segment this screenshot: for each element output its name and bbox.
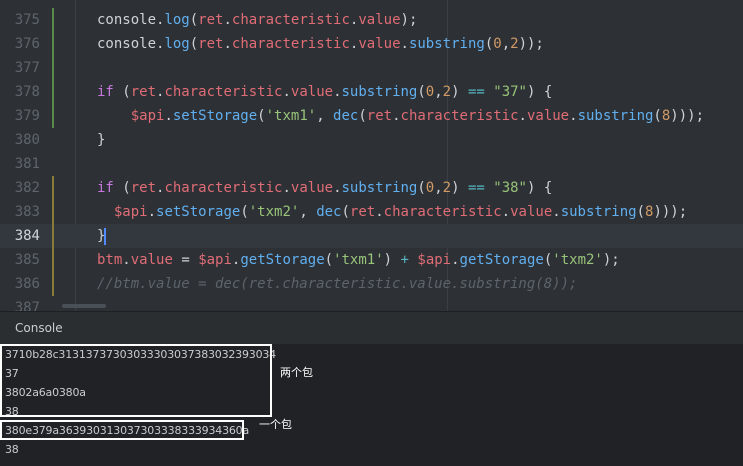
line-number: 379 — [14, 108, 40, 124]
line-number: 384 — [14, 228, 40, 244]
annotation-two-packets: 两个包 — [280, 366, 313, 379]
line-number: 385 — [14, 252, 40, 268]
code-text: if (ret.characteristic.value.substring(0… — [97, 84, 553, 100]
highlight-box-two-packets — [0, 344, 272, 417]
code-text: //btm.value = dec(ret.characteristic.val… — [97, 276, 578, 292]
code-text: $api.setStorage('txm2', dec(ret.characte… — [113, 204, 688, 220]
git-change-marker — [52, 248, 54, 272]
code-line-386[interactable]: 386 //btm.value = dec(ret.characteristic.… — [0, 272, 743, 296]
console-output: 3710b28c3131373730303330303738303239303​… — [0, 344, 743, 466]
git-change-marker — [52, 80, 54, 104]
annotation-one-packet: 一个包 — [259, 418, 292, 431]
code-line-379[interactable]: 379 $api.setStorage('txm1', dec(ret.char… — [0, 104, 743, 128]
code-line-374[interactable]: 374 — [0, 0, 743, 8]
console-output-line: 38 — [5, 443, 19, 456]
code-text: } — [97, 132, 106, 148]
code-line-382[interactable]: 382 if (ret.characteristic.value.substrin… — [0, 176, 743, 200]
line-number: 380 — [14, 132, 40, 148]
code-text: btm.value = $api.getStorage('txm1') + $a… — [97, 252, 620, 268]
git-change-marker — [52, 8, 54, 32]
line-number: 375 — [14, 12, 40, 28]
line-number: 383 — [14, 204, 40, 220]
line-number: 382 — [14, 180, 40, 196]
code-line-377[interactable]: 377 — [0, 56, 743, 80]
git-change-marker — [52, 272, 54, 296]
code-line-385[interactable]: 385 btm.value = $api.getStorage('txm1') +… — [0, 248, 743, 272]
line-number: 381 — [14, 156, 40, 172]
code-editor[interactable]: 374 375 console.log(ret.characteristic.val… — [0, 0, 743, 311]
line-number: 378 — [14, 84, 40, 100]
line-number: 374 — [0, 0, 40, 8]
git-change-marker — [52, 56, 54, 80]
highlight-box-one-packet — [0, 420, 244, 440]
code-line-376[interactable]: 376 console.log(ret.characteristic.value.… — [0, 32, 743, 56]
code-text: console.log(ret.characteristic.value); — [97, 12, 418, 28]
code-line-380[interactable]: 380} — [0, 128, 743, 152]
line-number: 387 — [14, 300, 40, 311]
code-line-378[interactable]: 378 if (ret.characteristic.value.substrin… — [0, 80, 743, 104]
code-line-384[interactable]: 384} — [0, 224, 743, 248]
git-change-marker — [52, 176, 54, 200]
horizontal-scrollbar[interactable] — [62, 304, 106, 308]
line-number: 377 — [14, 60, 40, 76]
code-line-387[interactable]: 387 — [0, 296, 743, 311]
git-change-marker — [52, 200, 54, 224]
code-text: console.log(ret.characteristic.value.sub… — [97, 36, 544, 52]
git-change-marker — [52, 32, 54, 56]
code-text: $api.setStorage('txm1', dec(ret.characte… — [130, 108, 705, 124]
git-change-marker — [52, 104, 54, 128]
code-line-383[interactable]: 383 $api.setStorage('txm2', dec(ret.char… — [0, 200, 743, 224]
text-cursor — [104, 228, 106, 245]
console-panel-header: Console — [0, 311, 743, 344]
console-title: Console — [15, 321, 63, 335]
line-number: 386 — [14, 276, 40, 292]
code-line-381[interactable]: 381 — [0, 152, 743, 176]
line-number: 376 — [14, 36, 40, 52]
git-change-marker — [52, 224, 54, 248]
code-line-375[interactable]: 375 console.log(ret.characteristic.value)… — [0, 8, 743, 32]
code-text: if (ret.characteristic.value.substring(0… — [97, 180, 553, 196]
